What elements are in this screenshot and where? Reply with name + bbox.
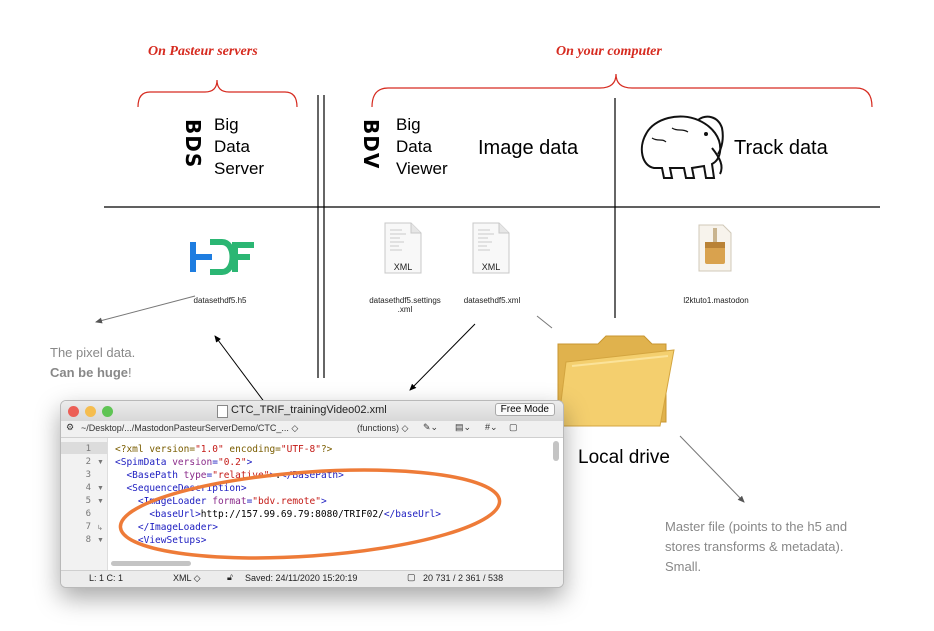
pin-icon[interactable]: ✎⌄ xyxy=(423,422,438,433)
fold-toggle[interactable]: ▼ xyxy=(97,537,104,544)
functions-selector[interactable]: (functions) ◇ xyxy=(357,423,408,434)
language-selector[interactable]: XML ◇ xyxy=(173,573,201,584)
saved-status: Saved: 24/11/2020 15:20:19 xyxy=(245,573,358,583)
archive-file-icon xyxy=(698,224,732,272)
hash-icon[interactable]: #⌄ xyxy=(485,422,498,433)
mastodon-filename: l2ktuto1.mastodon xyxy=(683,296,749,305)
folder-icon xyxy=(557,335,675,427)
doc-stats: 20 731 / 2 361 / 538 xyxy=(423,573,504,583)
path-selector[interactable]: ~/Desktop/.../MastodonPasteurServerDemo/… xyxy=(81,423,298,434)
master-file-note: Master file (points to the h5 and stores… xyxy=(665,519,848,574)
pixel-data-note: The pixel data. Can be huge! xyxy=(50,345,136,380)
bds-label: Big Data Server xyxy=(214,115,265,178)
h5-filename: datasethdf5.h5 xyxy=(193,296,247,305)
editor-titlebar[interactable]: CTC_TRIF_trainingVideo02.xml Free Mode xyxy=(61,401,563,422)
fold-toggle[interactable]: ▼ xyxy=(97,459,104,466)
xml-badge: XML xyxy=(481,262,501,272)
mastodon-icon xyxy=(640,115,724,179)
bdv-label: Big Data Viewer xyxy=(396,115,448,178)
hdf-logo xyxy=(188,236,258,280)
doc-icon[interactable]: ▢ xyxy=(509,422,518,433)
fold-toggle[interactable]: ▼ xyxy=(97,485,104,492)
local-drive-label: Local drive xyxy=(578,447,670,468)
lock-icon[interactable]: 🔓︎ xyxy=(227,572,233,583)
minimize-button[interactable] xyxy=(85,406,96,417)
cursor-position: L: 1 C: 1 xyxy=(89,573,124,583)
editor-title: CTC_TRIF_trainingVideo02.xml xyxy=(231,404,387,416)
free-mode-button[interactable]: Free Mode xyxy=(494,403,555,416)
vertical-scrollbar[interactable] xyxy=(553,441,559,461)
status-bar: L: 1 C: 1 XML ◇ 🔓︎ Saved: 24/11/2020 15:… xyxy=(61,570,563,587)
bds-logo: BDS xyxy=(181,119,205,169)
gear-icon[interactable]: ⚙ xyxy=(66,422,74,433)
bdv-logo: BDV xyxy=(359,119,383,170)
highlight-ellipse xyxy=(118,468,502,560)
track-data-label: Track data xyxy=(734,137,828,159)
xml-doc-icon xyxy=(217,405,228,418)
image-data-label: Image data xyxy=(478,137,579,159)
doc-stats-icon: ▢ xyxy=(407,572,416,582)
zoom-button[interactable] xyxy=(102,406,113,417)
path-bar: ⚙ ~/Desktop/.../MastodonPasteurServerDem… xyxy=(61,421,563,438)
fold-toggle[interactable]: ▼ xyxy=(97,498,104,505)
settings-filename: datasethdf5.settings .xml xyxy=(369,296,441,314)
xml-badge: XML xyxy=(393,262,413,272)
bookmark-icon[interactable]: ▤⌄ xyxy=(455,422,471,433)
fold-toggle[interactable]: ↳ xyxy=(97,524,103,532)
close-button[interactable] xyxy=(68,406,79,417)
xml-filename: datasethdf5.xml xyxy=(463,296,521,305)
